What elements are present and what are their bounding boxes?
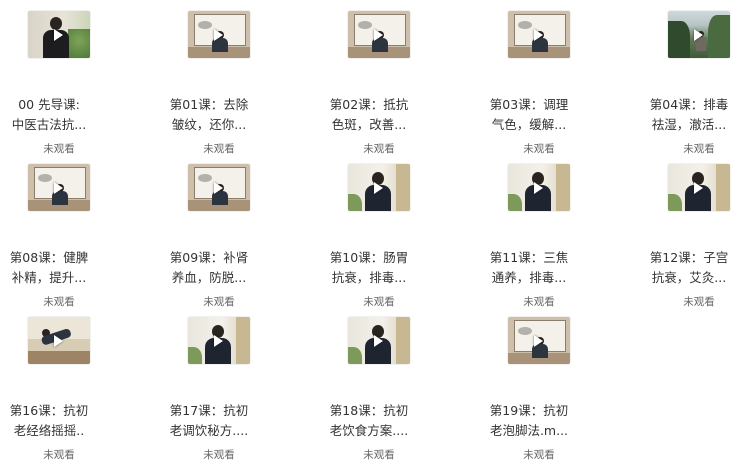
lesson-title-line: 第12课：子宫 <box>649 250 729 265</box>
lesson-title-line: 第03课：调理 <box>489 97 569 112</box>
lesson-card[interactable]: 第02课：抵抗 色斑，改善... 未观看 <box>329 11 469 161</box>
lesson-card[interactable]: 第17课：抗初 老调饮秘方.... 未观看 <box>169 317 309 467</box>
lesson-title-line: 老调饮秘方.... <box>169 423 249 438</box>
play-icon[interactable] <box>374 29 383 41</box>
lesson-title-line: 00 先导课: <box>18 97 80 112</box>
video-thumbnail[interactable] <box>28 11 90 58</box>
lesson-title[interactable]: 第02课：抵抗 色斑，改善... <box>319 95 419 135</box>
video-thumbnail[interactable] <box>188 11 250 58</box>
lesson-title[interactable]: 第18课：抗初 老饮食方案.... <box>319 401 419 441</box>
lesson-title-line: 中医古法抗... <box>11 117 87 132</box>
lesson-card[interactable]: 第10课：肠胃 抗衰，排毒... 未观看 <box>329 164 469 314</box>
lesson-title-line: 第04课：排毒 <box>649 97 729 112</box>
lesson-card[interactable]: 第04课：排毒 祛湿，澈活... 未观看 <box>649 11 743 161</box>
lesson-title-line: 气色，缓解... <box>491 117 567 132</box>
lesson-title-line: 补精，提升... <box>11 270 87 285</box>
lesson-title[interactable]: 第16课：抗初 老经络摇摇.. <box>0 401 99 441</box>
lesson-title[interactable]: 第10课：肠胃 抗衰，排毒... <box>319 248 419 288</box>
lesson-title-line: 第11课：三焦 <box>489 250 569 265</box>
lesson-title[interactable]: 第12课：子宫 抗衰，艾灸... <box>639 248 739 288</box>
play-icon[interactable] <box>214 29 223 41</box>
lesson-card[interactable]: 第03课：调理 气色，缓解... 未观看 <box>489 11 629 161</box>
lesson-title[interactable]: 第17课：抗初 老调饮秘方.... <box>159 401 259 441</box>
watch-status: 未观看 <box>683 143 715 155</box>
lesson-card[interactable]: 第16课：抗初 老经络摇摇.. 未观看 <box>9 317 149 467</box>
lesson-title[interactable]: 第19课：抗初 老泡脚法.m... <box>479 401 579 441</box>
lesson-title-line: 抗衰，排毒... <box>331 270 407 285</box>
play-icon[interactable] <box>694 29 703 41</box>
play-icon[interactable] <box>54 182 63 194</box>
lesson-title-line: 第01课：去除 <box>169 97 249 112</box>
lesson-card[interactable]: 00 先导课: 中医古法抗... 未观看 <box>9 11 149 161</box>
lesson-title[interactable]: 00 先导课: 中医古法抗... <box>0 95 99 135</box>
lesson-title-line: 第19课：抗初 <box>489 403 569 418</box>
lesson-title-line: 皱纹，还你... <box>171 117 247 132</box>
play-icon[interactable] <box>54 335 63 347</box>
lesson-title-line: 第10课：肠胃 <box>329 250 409 265</box>
lesson-title-line: 通养，排毒... <box>491 270 567 285</box>
video-thumbnail[interactable] <box>508 164 570 211</box>
lesson-card[interactable]: 第18课：抗初 老饮食方案.... 未观看 <box>329 317 469 467</box>
lesson-title-line: 色斑，改善... <box>331 117 407 132</box>
video-thumbnail[interactable] <box>508 317 570 364</box>
video-thumbnail[interactable] <box>188 164 250 211</box>
lesson-title-line: 第09课：补肾 <box>169 250 249 265</box>
lesson-card[interactable]: 第12课：子宫 抗衰，艾灸... 未观看 <box>649 164 743 314</box>
lesson-title[interactable]: 第11课：三焦 通养，排毒... <box>479 248 579 288</box>
lesson-title-line: 第02课：抵抗 <box>329 97 409 112</box>
watch-status: 未观看 <box>363 143 395 155</box>
play-icon[interactable] <box>374 182 383 194</box>
play-icon[interactable] <box>54 29 63 41</box>
lesson-title[interactable]: 第01课：去除 皱纹，还你... <box>159 95 259 135</box>
watch-status: 未观看 <box>203 143 235 155</box>
play-icon[interactable] <box>374 335 383 347</box>
lesson-title[interactable]: 第03课：调理 气色，缓解... <box>479 95 579 135</box>
play-icon[interactable] <box>694 182 703 194</box>
video-thumbnail[interactable] <box>508 11 570 58</box>
play-icon[interactable] <box>534 29 543 41</box>
lesson-title[interactable]: 第04课：排毒 祛湿，澈活... <box>639 95 739 135</box>
watch-status: 未观看 <box>523 143 555 155</box>
lesson-title-line: 老泡脚法.m... <box>489 423 569 438</box>
watch-status: 未观看 <box>683 296 715 308</box>
play-icon[interactable] <box>534 182 543 194</box>
play-icon[interactable] <box>534 335 543 347</box>
video-thumbnail[interactable] <box>28 164 90 211</box>
watch-status: 未观看 <box>523 449 555 461</box>
lesson-card[interactable]: 第09课：补肾 养血，防脱... 未观看 <box>169 164 309 314</box>
lesson-title-line: 第16课：抗初 <box>9 403 89 418</box>
watch-status: 未观看 <box>43 449 75 461</box>
lesson-title[interactable]: 第08课：健脾 补精，提升... <box>0 248 99 288</box>
lesson-title-line: 第17课：抗初 <box>169 403 249 418</box>
lesson-card[interactable]: 第11课：三焦 通养，排毒... 未观看 <box>489 164 629 314</box>
watch-status: 未观看 <box>363 449 395 461</box>
lesson-title-line: 第18课：抗初 <box>329 403 409 418</box>
lesson-title-line: 抗衰，艾灸... <box>651 270 727 285</box>
play-icon[interactable] <box>214 182 223 194</box>
lesson-card[interactable]: 第08课：健脾 补精，提升... 未观看 <box>9 164 149 314</box>
video-thumbnail[interactable] <box>28 317 90 364</box>
video-thumbnail[interactable] <box>188 317 250 364</box>
video-thumbnail[interactable] <box>668 164 730 211</box>
video-thumbnail[interactable] <box>668 11 730 58</box>
lesson-title-line: 祛湿，澈活... <box>651 117 727 132</box>
play-icon[interactable] <box>214 335 223 347</box>
watch-status: 未观看 <box>43 143 75 155</box>
watch-status: 未观看 <box>203 296 235 308</box>
video-thumbnail[interactable] <box>348 317 410 364</box>
lesson-title[interactable]: 第09课：补肾 养血，防脱... <box>159 248 259 288</box>
watch-status: 未观看 <box>523 296 555 308</box>
lesson-card[interactable]: 第01课：去除 皱纹，还你... 未观看 <box>169 11 309 161</box>
watch-status: 未观看 <box>363 296 395 308</box>
video-thumbnail[interactable] <box>348 164 410 211</box>
lesson-title-line: 养血，防脱... <box>171 270 247 285</box>
watch-status: 未观看 <box>203 449 235 461</box>
lesson-title-line: 第08课：健脾 <box>9 250 89 265</box>
lesson-title-line: 老经络摇摇.. <box>13 423 85 438</box>
lesson-title-line: 老饮食方案.... <box>329 423 409 438</box>
watch-status: 未观看 <box>43 296 75 308</box>
video-thumbnail[interactable] <box>348 11 410 58</box>
lesson-card[interactable]: 第19课：抗初 老泡脚法.m... 未观看 <box>489 317 629 467</box>
